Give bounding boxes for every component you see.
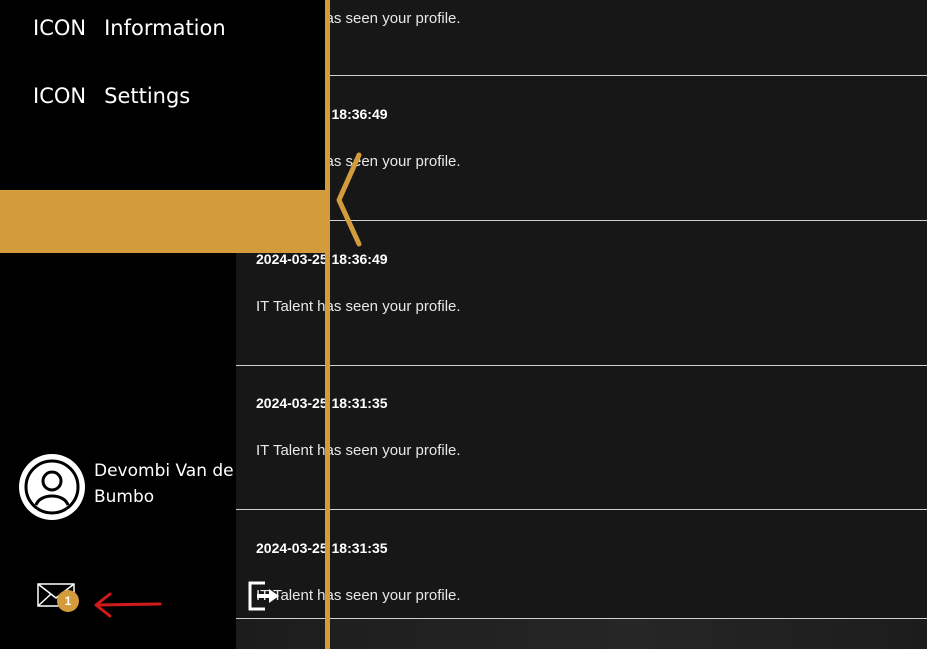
sidebar-background bbox=[211, 253, 236, 649]
menu-icon-placeholder: ICON bbox=[33, 84, 87, 108]
sidebar-item-information[interactable]: ICON Information bbox=[33, 16, 226, 40]
menu-icon-placeholder: ICON bbox=[33, 16, 87, 40]
sidebar-edge bbox=[325, 0, 330, 649]
user-name: Devombi Van de Bumbo bbox=[94, 461, 234, 507]
logout-icon[interactable] bbox=[247, 580, 283, 612]
sidebar: ICON Information ICON Settings Devombi V… bbox=[0, 0, 325, 649]
collapse-chevron-icon[interactable] bbox=[333, 152, 365, 248]
arrow-annotation-icon bbox=[94, 592, 162, 618]
sidebar-item-label: Information bbox=[104, 16, 226, 40]
sidebar-item-label: Settings bbox=[104, 84, 191, 108]
app-window: IT Talent has seen your profile. 2024-03… bbox=[0, 0, 927, 649]
sidebar-background bbox=[211, 0, 325, 190]
active-highlight-bar bbox=[0, 190, 325, 253]
unread-count-badge: 1 bbox=[57, 590, 79, 612]
user-avatar-icon[interactable] bbox=[19, 454, 85, 520]
sidebar-item-settings[interactable]: ICON Settings bbox=[33, 84, 190, 108]
